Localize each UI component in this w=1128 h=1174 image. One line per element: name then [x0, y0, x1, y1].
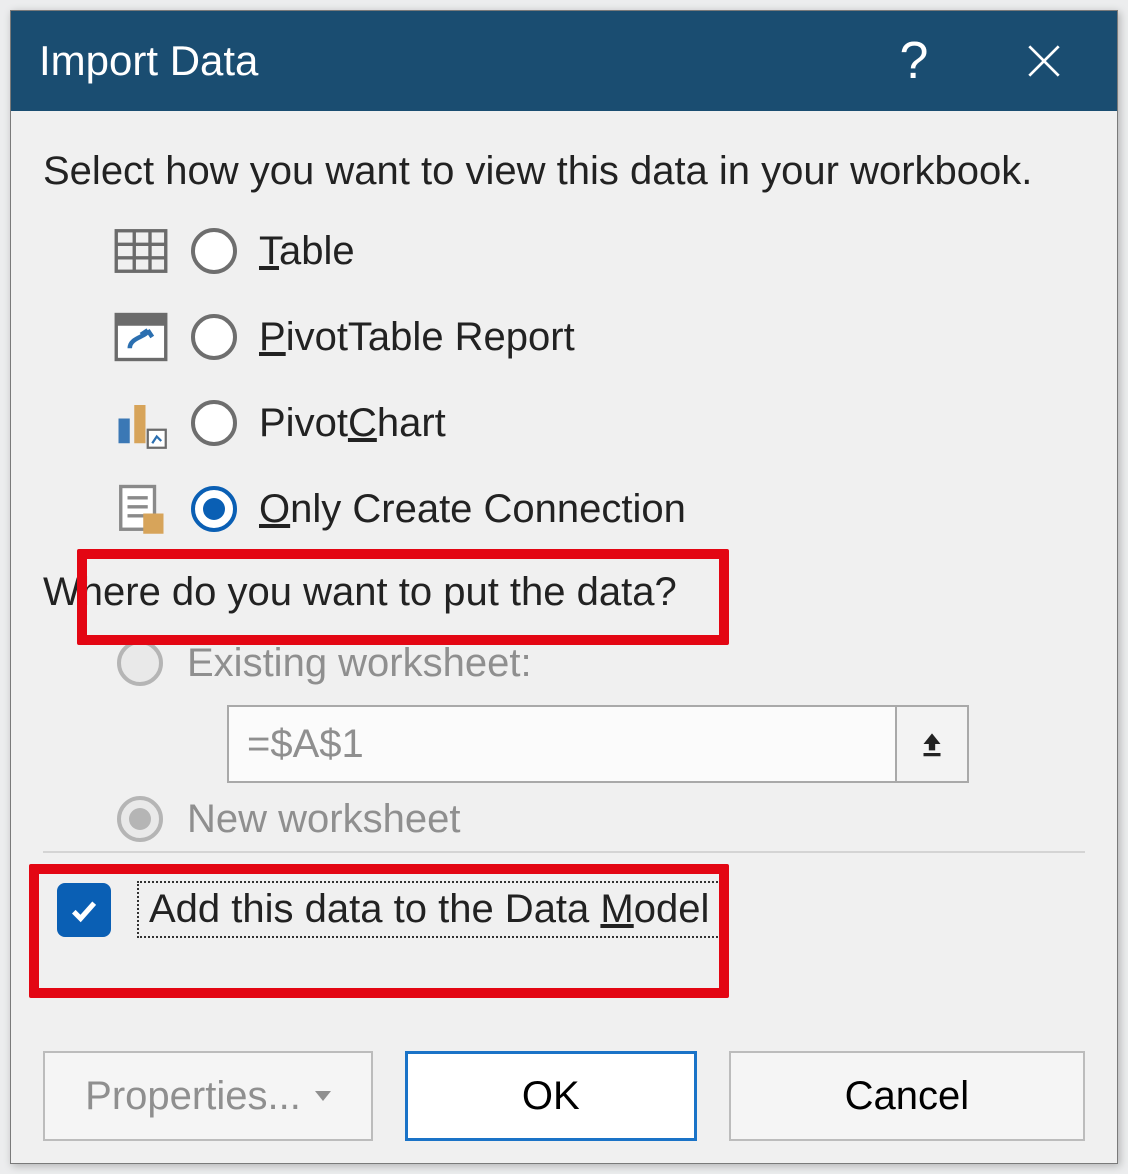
radio-existing-worksheet [117, 640, 163, 686]
option-pivotchart-label: PivotChart [259, 401, 446, 446]
option-table-label: Table [259, 229, 355, 274]
dialog-title: Import Data [39, 37, 849, 85]
option-pivotchart[interactable]: PivotChart [113, 380, 1085, 466]
titlebar: Import Data ? [11, 11, 1117, 111]
existing-worksheet-label: Existing worksheet: [187, 641, 532, 686]
ok-button[interactable]: OK [405, 1051, 697, 1141]
separator [43, 851, 1085, 853]
option-only-connection-label: Only Create Connection [259, 487, 686, 532]
pivottable-icon [113, 309, 169, 365]
option-only-connection[interactable]: Only Create Connection [113, 466, 1085, 552]
dialog-body: Select how you want to view this data in… [11, 111, 1117, 966]
connection-icon [113, 481, 169, 537]
radio-pivottable[interactable] [191, 314, 237, 360]
range-select-icon [915, 727, 949, 761]
range-select-button[interactable] [897, 705, 969, 783]
properties-button: Properties... [43, 1051, 373, 1141]
option-pivottable[interactable]: PivotTable Report [113, 294, 1085, 380]
where-block: Existing worksheet: =$A$1 New worksheet [43, 621, 1085, 851]
close-button[interactable] [979, 11, 1109, 111]
radio-table[interactable] [191, 228, 237, 274]
option-table[interactable]: Table [113, 208, 1085, 294]
radio-pivotchart[interactable] [191, 400, 237, 446]
check-icon [67, 893, 101, 927]
where-prompt: Where do you want to put the data? [43, 570, 1085, 615]
add-to-data-model-checkbox[interactable] [57, 883, 111, 937]
add-to-data-model-row[interactable]: Add this data to the Data Model [57, 881, 1085, 938]
properties-button-label: Properties... [85, 1074, 301, 1119]
view-options: Table PivotTable Report [43, 208, 1085, 552]
radio-new-worksheet [117, 796, 163, 842]
chevron-down-icon [315, 1091, 331, 1101]
where-new: New worksheet [117, 787, 1085, 851]
dialog-buttons: Properties... OK Cancel [43, 1051, 1085, 1141]
help-icon: ? [900, 31, 929, 91]
view-prompt: Select how you want to view this data in… [43, 149, 1085, 194]
add-to-data-model-label: Add this data to the Data Model [137, 881, 721, 938]
option-pivottable-label: PivotTable Report [259, 315, 575, 360]
help-button[interactable]: ? [849, 11, 979, 111]
cell-reference-input[interactable]: =$A$1 [227, 705, 897, 783]
cell-reference-row: =$A$1 [227, 705, 969, 783]
import-data-dialog: Import Data ? Select how you want to vie… [10, 10, 1118, 1164]
where-existing: Existing worksheet: [117, 621, 1085, 705]
table-icon [113, 223, 169, 279]
cancel-button[interactable]: Cancel [729, 1051, 1085, 1141]
ok-button-label: OK [522, 1074, 580, 1119]
new-worksheet-label: New worksheet [187, 797, 460, 842]
pivotchart-icon [113, 395, 169, 451]
radio-only-connection[interactable] [191, 486, 237, 532]
cancel-button-label: Cancel [845, 1074, 970, 1119]
close-icon [1023, 40, 1065, 82]
